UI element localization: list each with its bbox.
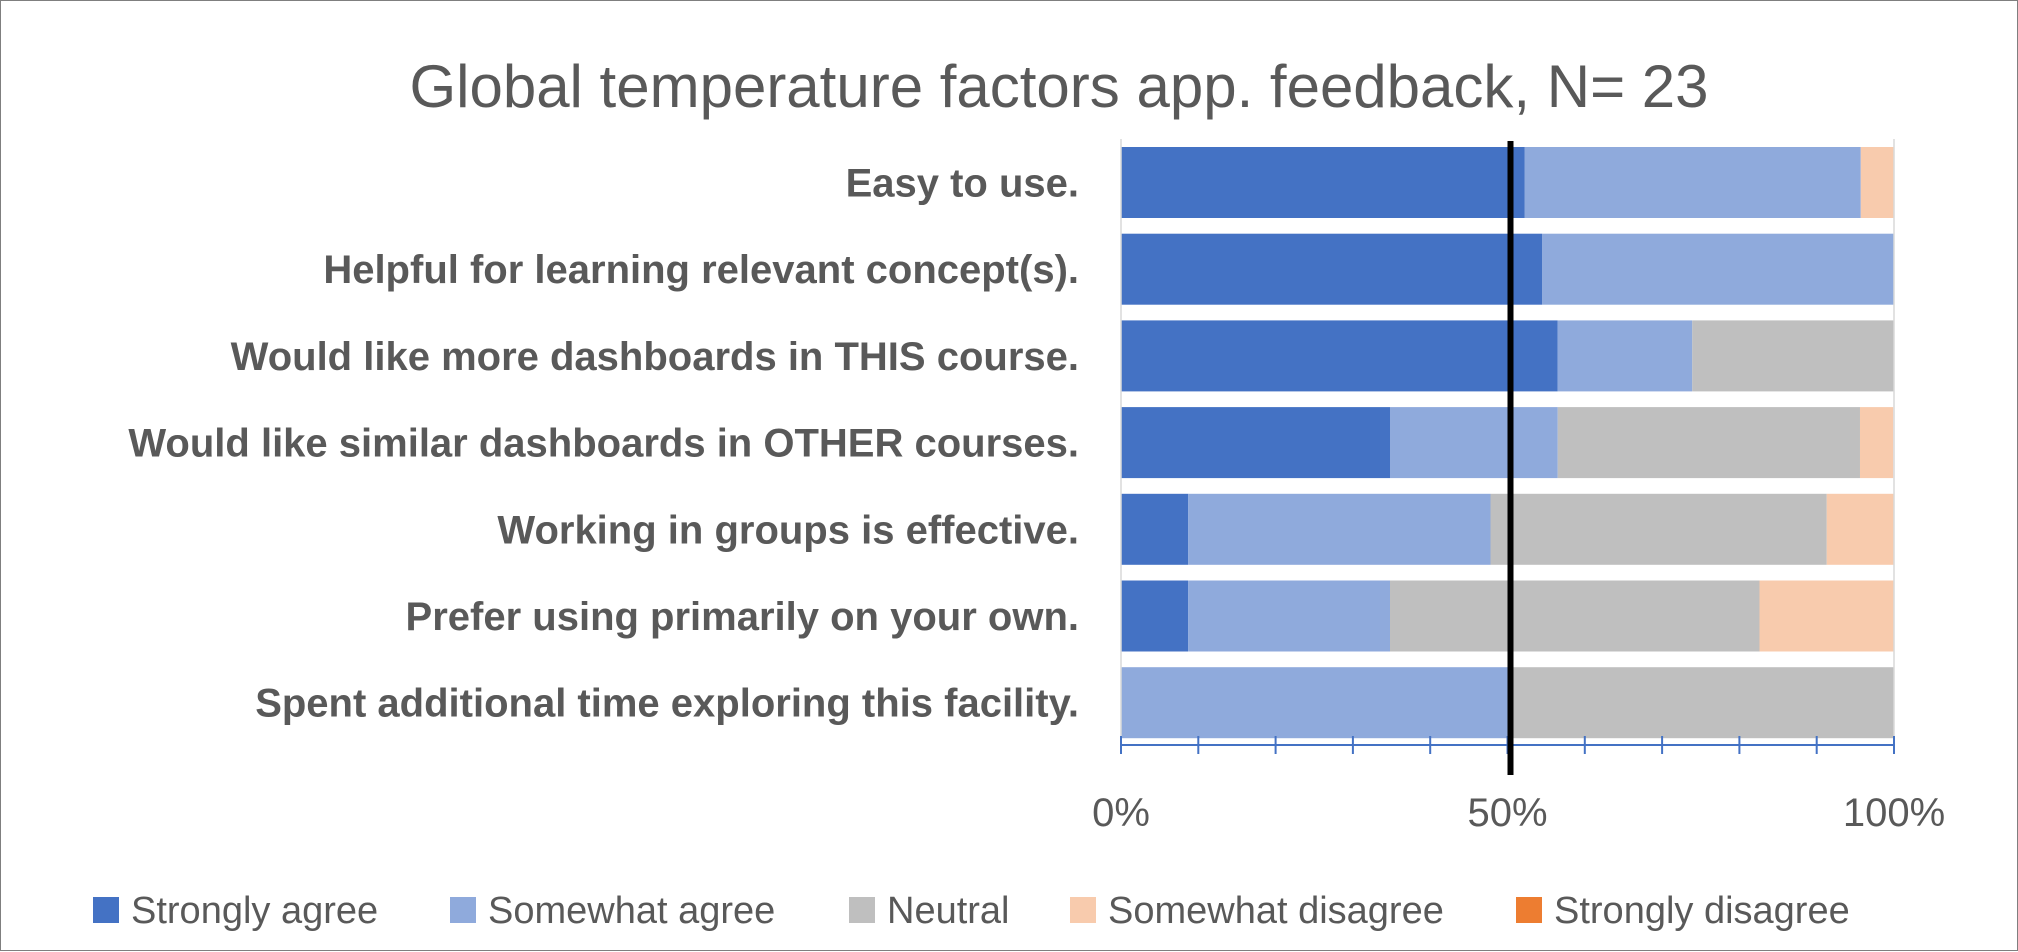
category-label-prefer-using-primarily-on-your-own: Prefer using primarily on your own. [406,595,1079,639]
plot-area: Easy to use. Helpful for learning relevan… [128,147,1894,739]
bar-somewhat-agree-row-3 [1557,320,1693,392]
category-label-would-like-similar-dashboards-in-other-courses: Would like similar dashboards in OTHER c… [128,422,1079,466]
legend-swatch-somewhat-agree [450,897,476,923]
legend-swatch-strongly-agree [93,897,119,923]
legend: Strongly agree Somewhat agree Neutral Somew… [93,890,1850,932]
legend-item-somewhat-disagree: Somewhat disagree [1070,890,1444,932]
category-label-working-in-groups-is-effective: Working in groups is effective. [497,508,1079,552]
bar-somewhat-agree-row-5 [1188,493,1491,565]
x-tick-label-0: 0% [1092,791,1150,835]
bar-neutral-row-3 [1692,320,1894,392]
category-label-would-like-more-dashboards-in-this-course: Would like more dashboards in THIS cours… [231,335,1079,379]
bar-neutral-row-6 [1390,580,1760,652]
legend-item-strongly-disagree: Strongly disagree [1516,890,1850,932]
legend-label-strongly-disagree: Strongly disagree [1554,890,1850,932]
legend-label-somewhat-disagree: Somewhat disagree [1108,890,1444,932]
bar-somewhat-agree-row-7 [1121,667,1508,739]
legend-label-strongly-agree: Strongly agree [131,890,378,932]
bar-strongly-agree-row-1 [1121,147,1525,218]
bar-somewhat-agree-row-4 [1390,407,1558,479]
bar-somewhat-disagree-row-1 [1860,147,1894,218]
legend-swatch-somewhat-disagree [1070,897,1096,923]
legend-label-neutral: Neutral [887,890,1010,932]
bar-somewhat-disagree-row-4 [1859,407,1894,479]
chart-area: Global temperature factors app. feedback… [0,0,2018,951]
legend-item-neutral: Neutral [849,890,1010,932]
category-label-helpful-for-learning-relevant-concept-s: Helpful for learning relevant concept(s)… [323,248,1079,292]
bar-somewhat-agree-row-2 [1542,233,1894,305]
legend-swatch-neutral [849,897,875,923]
legend-label-somewhat-agree: Somewhat agree [488,890,775,932]
bar-neutral-row-5 [1490,493,1827,565]
bar-strongly-agree-row-3 [1121,320,1558,392]
bar-strongly-agree-row-4 [1121,407,1391,479]
bar-strongly-agree-row-2 [1121,233,1543,305]
bar-strongly-agree-row-6 [1121,580,1189,652]
legend-swatch-strongly-disagree [1516,897,1542,923]
bar-neutral-row-4 [1557,407,1860,479]
x-tick-label-50: 50% [1467,791,1547,835]
bar-somewhat-agree-row-6 [1188,580,1391,652]
legend-item-somewhat-agree: Somewhat agree [450,890,775,932]
bar-somewhat-disagree-row-5 [1826,493,1894,565]
category-label-spent-additional-time-exploring-this-facility: Spent additional time exploring this fac… [255,682,1079,726]
legend-item-strongly-agree: Strongly agree [93,890,378,932]
bar-neutral-row-7 [1507,667,1894,739]
bar-strongly-agree-row-5 [1121,493,1189,565]
chart-svg: Global temperature factors app. feedback… [93,53,1945,932]
category-label-easy-to-use: Easy to use. [846,162,1079,206]
x-tick-label-100: 100% [1843,791,1945,835]
chart-title: Global temperature factors app. feedback… [409,53,1708,120]
bar-somewhat-agree-row-1 [1524,147,1861,218]
bar-somewhat-disagree-row-6 [1759,580,1894,652]
